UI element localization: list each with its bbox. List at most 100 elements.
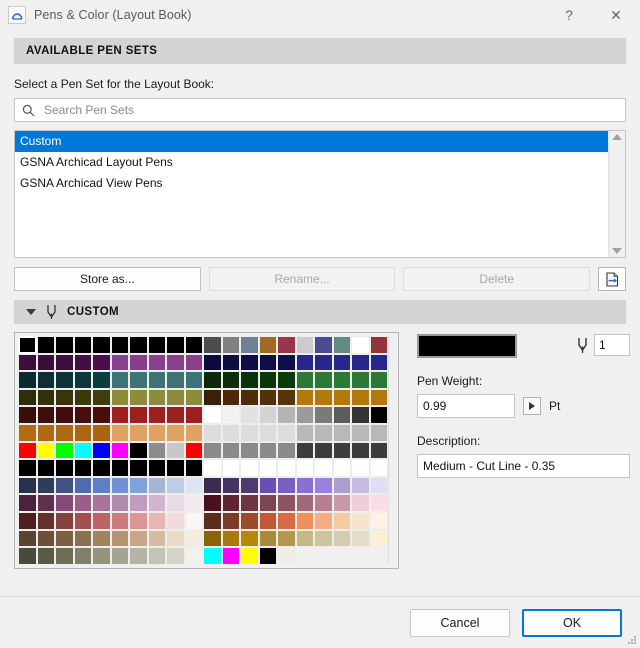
palette-swatch[interactable] bbox=[92, 476, 111, 495]
palette-swatch[interactable] bbox=[18, 371, 37, 389]
palette-swatch[interactable] bbox=[73, 511, 92, 530]
palette-swatch[interactable] bbox=[314, 529, 333, 548]
palette-swatch[interactable] bbox=[36, 336, 55, 354]
palette-swatch[interactable] bbox=[129, 529, 148, 548]
palette-swatch[interactable] bbox=[147, 336, 166, 354]
palette-swatch[interactable] bbox=[18, 511, 37, 530]
help-button[interactable]: ? bbox=[546, 0, 592, 30]
palette-swatch[interactable] bbox=[92, 371, 111, 389]
palette-swatch[interactable] bbox=[351, 406, 370, 424]
palette-swatch[interactable] bbox=[277, 459, 296, 477]
palette-swatch[interactable] bbox=[147, 441, 166, 460]
palette-swatch[interactable] bbox=[36, 353, 55, 372]
palette-swatch[interactable] bbox=[258, 459, 277, 477]
palette-swatch[interactable] bbox=[240, 423, 259, 442]
close-button[interactable]: ✕ bbox=[592, 0, 640, 30]
palette-swatch[interactable] bbox=[184, 441, 203, 460]
palette-swatch[interactable] bbox=[295, 511, 314, 530]
palette-swatch[interactable] bbox=[258, 406, 277, 424]
palette-swatch[interactable] bbox=[55, 441, 74, 460]
palette-swatch[interactable] bbox=[203, 371, 222, 389]
palette-swatch[interactable] bbox=[129, 336, 148, 354]
palette-swatch[interactable] bbox=[73, 459, 92, 477]
palette-swatch[interactable] bbox=[92, 459, 111, 477]
palette-swatch[interactable] bbox=[221, 406, 240, 424]
palette-swatch[interactable] bbox=[110, 529, 129, 548]
palette-swatch[interactable] bbox=[314, 494, 333, 512]
palette-swatch[interactable] bbox=[314, 423, 333, 442]
palette-swatch[interactable] bbox=[314, 459, 333, 477]
palette-swatch[interactable] bbox=[314, 406, 333, 424]
palette-swatch[interactable] bbox=[166, 459, 185, 477]
palette-swatch[interactable] bbox=[240, 353, 259, 372]
palette-swatch[interactable] bbox=[258, 511, 277, 530]
palette-swatch[interactable] bbox=[110, 547, 129, 565]
palette-swatch[interactable] bbox=[277, 406, 296, 424]
palette-swatch[interactable] bbox=[351, 459, 370, 477]
palette-swatch[interactable] bbox=[295, 423, 314, 442]
palette-swatch[interactable] bbox=[277, 371, 296, 389]
palette-swatch[interactable] bbox=[277, 353, 296, 372]
palette-swatch[interactable] bbox=[332, 476, 351, 495]
palette-swatch[interactable] bbox=[203, 476, 222, 495]
palette-swatch[interactable] bbox=[203, 494, 222, 512]
palette-swatch[interactable] bbox=[36, 423, 55, 442]
palette-swatch[interactable] bbox=[55, 459, 74, 477]
palette-swatch[interactable] bbox=[110, 336, 129, 354]
palette-swatch[interactable] bbox=[184, 494, 203, 512]
palette-swatch[interactable] bbox=[277, 441, 296, 460]
custom-section-header[interactable]: CUSTOM bbox=[14, 300, 626, 324]
palette-swatch[interactable] bbox=[221, 529, 240, 548]
palette-swatch[interactable] bbox=[277, 476, 296, 495]
palette-swatch[interactable] bbox=[240, 476, 259, 495]
palette-swatch[interactable] bbox=[240, 547, 259, 565]
palette-swatch[interactable] bbox=[129, 441, 148, 460]
palette-swatch[interactable] bbox=[351, 371, 370, 389]
palette-swatch[interactable] bbox=[351, 423, 370, 442]
search-input[interactable] bbox=[42, 102, 618, 118]
palette-swatch[interactable] bbox=[369, 441, 388, 460]
palette-swatch[interactable] bbox=[92, 423, 111, 442]
palette-swatch[interactable] bbox=[221, 441, 240, 460]
palette-swatch[interactable] bbox=[332, 388, 351, 407]
palette-swatch[interactable] bbox=[277, 494, 296, 512]
palette-swatch[interactable] bbox=[277, 423, 296, 442]
palette-swatch[interactable] bbox=[36, 476, 55, 495]
palette-swatch[interactable] bbox=[240, 494, 259, 512]
palette-swatch[interactable] bbox=[92, 547, 111, 565]
pen-number-input[interactable] bbox=[594, 334, 630, 356]
palette-swatch[interactable] bbox=[332, 371, 351, 389]
palette-swatch[interactable] bbox=[295, 388, 314, 407]
palette-swatch[interactable] bbox=[369, 423, 388, 442]
delete-button[interactable]: Delete bbox=[403, 267, 591, 291]
palette-swatch[interactable] bbox=[92, 441, 111, 460]
palette-swatch[interactable] bbox=[129, 353, 148, 372]
palette-swatch[interactable] bbox=[73, 476, 92, 495]
palette-swatch[interactable] bbox=[110, 423, 129, 442]
palette-swatch[interactable] bbox=[332, 494, 351, 512]
palette-swatch[interactable] bbox=[184, 511, 203, 530]
palette-swatch[interactable] bbox=[295, 406, 314, 424]
palette-swatch[interactable] bbox=[18, 406, 37, 424]
palette-swatch[interactable] bbox=[110, 476, 129, 495]
palette-swatch[interactable] bbox=[351, 353, 370, 372]
list-item[interactable]: GSNA Archicad Layout Pens bbox=[15, 152, 608, 173]
palette-swatch[interactable] bbox=[147, 353, 166, 372]
palette-swatch[interactable] bbox=[36, 511, 55, 530]
palette-swatch[interactable] bbox=[110, 406, 129, 424]
palette-swatch[interactable] bbox=[314, 388, 333, 407]
palette-swatch[interactable] bbox=[221, 494, 240, 512]
palette-swatch[interactable] bbox=[55, 406, 74, 424]
palette-swatch[interactable] bbox=[203, 406, 222, 424]
palette-swatch[interactable] bbox=[258, 336, 277, 354]
palette-swatch[interactable] bbox=[295, 476, 314, 495]
palette-swatch[interactable] bbox=[147, 406, 166, 424]
palette-swatch[interactable] bbox=[73, 388, 92, 407]
palette-swatch[interactable] bbox=[36, 547, 55, 565]
palette-swatch[interactable] bbox=[184, 459, 203, 477]
palette-swatch[interactable] bbox=[18, 336, 37, 354]
palette-swatch[interactable] bbox=[258, 547, 277, 565]
palette-swatch[interactable] bbox=[332, 353, 351, 372]
palette-swatch[interactable] bbox=[36, 388, 55, 407]
palette-swatch[interactable] bbox=[110, 353, 129, 372]
